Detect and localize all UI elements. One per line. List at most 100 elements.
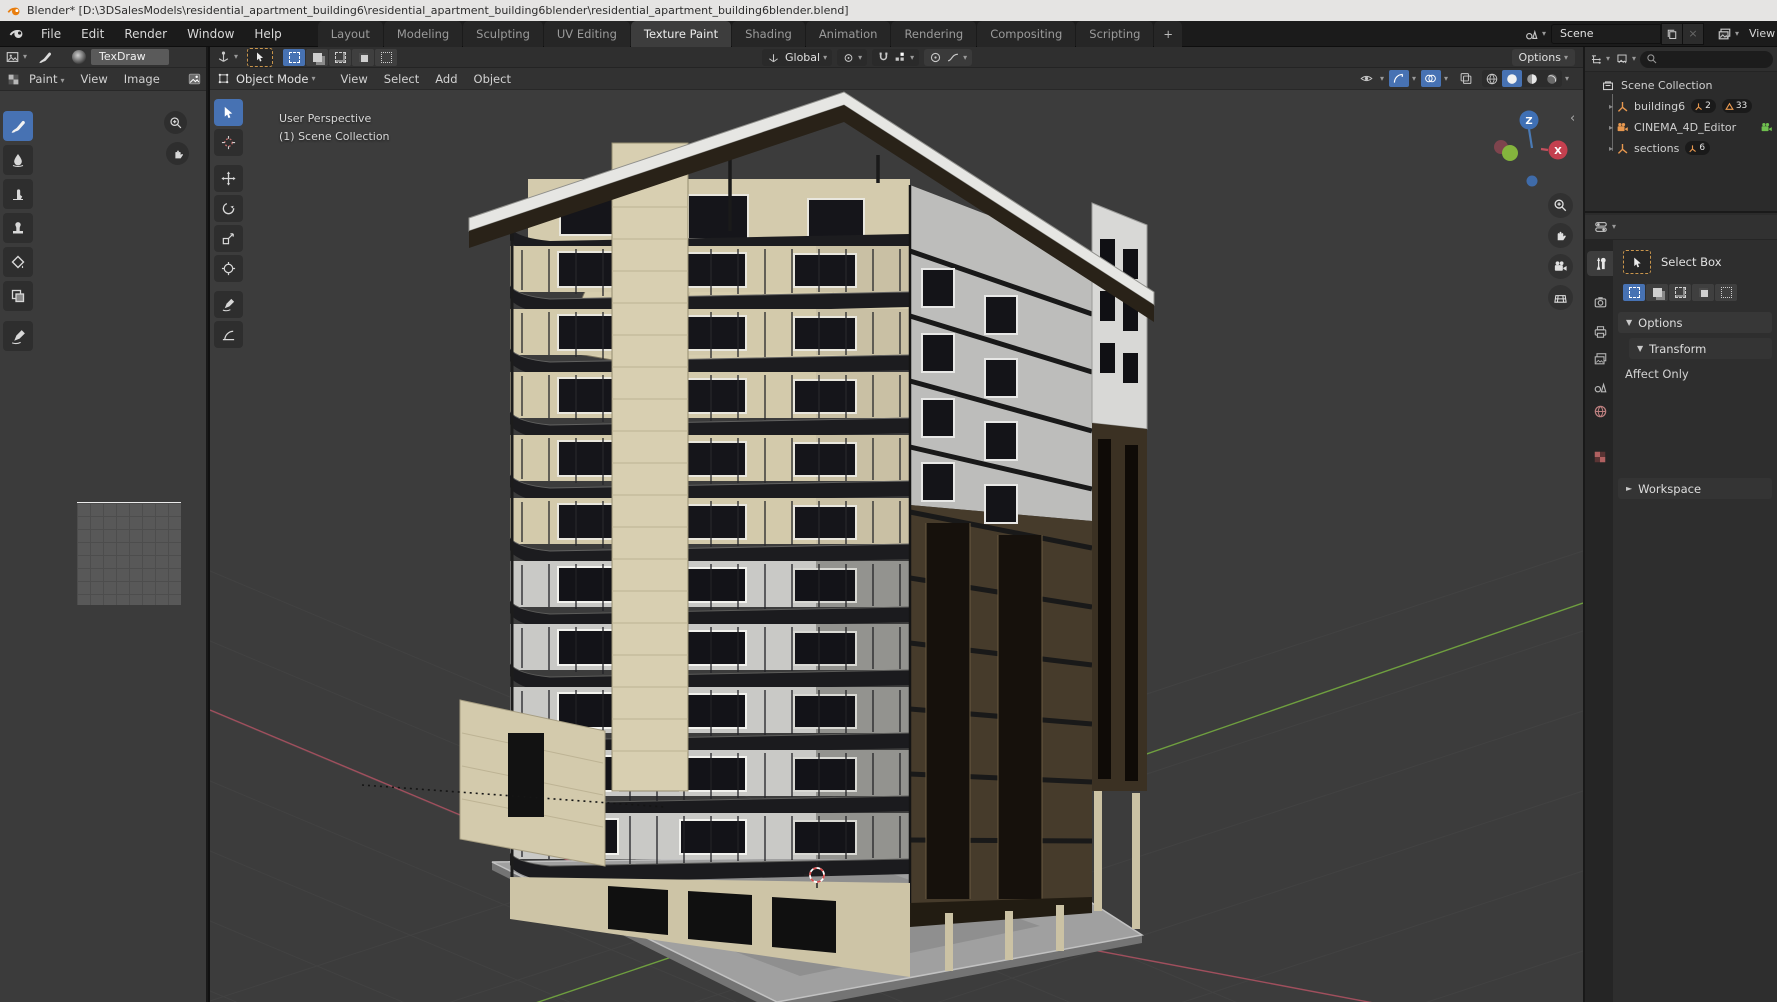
tab-texture-paint[interactable]: Texture Paint — [630, 20, 732, 47]
tab-view-layer[interactable] — [1587, 346, 1613, 371]
image-zoom-button[interactable] — [164, 111, 187, 134]
menu-help[interactable]: Help — [244, 27, 291, 41]
viewport-zoom-button[interactable] — [1548, 193, 1573, 218]
props-select-intersect-button[interactable] — [1715, 284, 1737, 301]
viewport-menu-select[interactable]: Select — [376, 72, 427, 86]
draw-tool-button[interactable] — [3, 111, 33, 141]
options-panel-header[interactable]: ▼ Options — [1618, 312, 1772, 333]
overlays-toggle[interactable] — [1420, 70, 1441, 87]
gizmos-toggle[interactable] — [1388, 70, 1409, 87]
scene-browse-icon[interactable]: ▾ — [1519, 27, 1551, 41]
image-datablock-icon[interactable] — [182, 68, 207, 90]
tool-settings-icon[interactable]: ▾ — [210, 47, 243, 67]
tab-tool[interactable] — [1587, 251, 1613, 276]
measure-tool-button[interactable] — [214, 321, 243, 348]
tab-sculpting[interactable]: Sculpting — [463, 20, 543, 47]
menu-edit[interactable]: Edit — [71, 27, 114, 41]
brush-icon[interactable] — [32, 47, 58, 67]
gizmo-neg-z-ball[interactable] — [1526, 175, 1538, 187]
sidebar-toggle-arrow[interactable]: ‹ — [1570, 111, 1575, 126]
tab-render[interactable] — [1587, 289, 1613, 314]
viewport-menu-object[interactable]: Object — [466, 72, 519, 86]
transform-panel-header[interactable]: ▼ Transform — [1629, 338, 1772, 359]
active-tool-icon[interactable] — [247, 47, 274, 67]
active-camera-icon[interactable] — [1760, 121, 1773, 134]
props-select-new-button[interactable] — [1623, 284, 1645, 301]
menu-render[interactable]: Render — [114, 27, 177, 41]
transform-tool-button[interactable] — [214, 255, 243, 282]
image-editor-canvas[interactable] — [0, 91, 206, 1002]
smear-tool-button[interactable] — [3, 179, 33, 209]
shading-solid-button[interactable] — [1501, 70, 1522, 87]
pivot-point-dropdown[interactable]: ▾ — [837, 49, 868, 66]
viewport-menu-view[interactable]: View — [332, 72, 375, 86]
scene-render[interactable]: Z X — [210, 91, 1583, 1002]
tab-world[interactable] — [1587, 399, 1613, 424]
menu-file[interactable]: File — [31, 27, 71, 41]
view-layer-icon[interactable]: ▾ — [1712, 27, 1744, 41]
gizmo-y-ball[interactable] — [1502, 145, 1518, 161]
props-select-invert-button[interactable] — [1692, 284, 1714, 301]
props-select-extend-button[interactable] — [1646, 284, 1668, 301]
view-layer-name[interactable]: View — [1749, 27, 1775, 40]
editor-type-image-icon[interactable]: ▾ — [0, 47, 32, 67]
image-editor-menu-view[interactable]: View — [72, 72, 115, 86]
tab-uv-editing[interactable]: UV Editing — [543, 20, 630, 47]
object-visibility-icon[interactable] — [1357, 70, 1377, 87]
building-model[interactable] — [459, 91, 1155, 977]
orientation-dropdown[interactable]: Global ▾ — [762, 49, 833, 66]
properties-editor-icon[interactable] — [1593, 220, 1609, 234]
scale-tool-button[interactable] — [214, 225, 243, 252]
select-mode-extend-button[interactable] — [306, 48, 329, 66]
brush-preview[interactable] — [72, 50, 87, 64]
tab-texture[interactable] — [1587, 444, 1613, 469]
select-mode-invert-button[interactable] — [352, 48, 375, 66]
clone-tool-button[interactable] — [3, 213, 33, 243]
image-editor-menu-image[interactable]: Image — [116, 72, 168, 86]
viewport-annotate-tool-button[interactable] — [214, 291, 243, 318]
outliner-filter-dropdown[interactable]: ▾ — [1615, 53, 1636, 66]
annotate-tool-button[interactable] — [3, 321, 33, 351]
scene-name-field[interactable]: Scene — [1550, 23, 1661, 44]
select-mode-intersect-button[interactable] — [375, 48, 398, 66]
move-tool-button[interactable] — [214, 165, 243, 192]
outliner-row-scene-collection[interactable]: Scene Collection — [1601, 76, 1712, 94]
object-mode-dropdown[interactable]: Object Mode ▾ — [210, 68, 320, 89]
select-mode-subtract-button[interactable] — [329, 48, 352, 66]
tab-animation[interactable]: Animation — [805, 20, 891, 47]
active-tool-thumbnail[interactable] — [1623, 250, 1651, 274]
tab-layout[interactable]: Layout — [317, 20, 383, 47]
tab-rendering[interactable]: Rendering — [891, 20, 977, 47]
select-mode-new-button[interactable] — [283, 48, 306, 66]
viewport-canvas-area[interactable]: Z X User Perspective (1) Scene Collectio… — [210, 91, 1583, 1002]
image-pan-button[interactable] — [166, 142, 189, 165]
cursor-tool-button[interactable] — [214, 129, 243, 156]
paint-mode-dropdown[interactable]: Paint ▾ — [25, 72, 72, 86]
viewport-menu-add[interactable]: Add — [427, 72, 465, 86]
outliner-row-cinema4d-editor[interactable]: ▸ CINEMA_4D_Editor — [1609, 118, 1773, 136]
tab-shading[interactable]: Shading — [732, 20, 805, 47]
soften-tool-button[interactable] — [3, 145, 33, 175]
outliner-row-building6[interactable]: ▸ building6 2 33 — [1609, 97, 1753, 115]
tab-scene[interactable] — [1587, 374, 1613, 399]
add-workspace-button[interactable]: + — [1154, 20, 1183, 47]
tool-options-dropdown[interactable]: Options ▾ — [1511, 49, 1575, 66]
viewport-pan-button[interactable] — [1548, 223, 1573, 248]
proportional-edit-controls[interactable]: ▾ — [924, 49, 973, 66]
blender-menu-icon[interactable] — [0, 21, 31, 46]
outliner-display-mode-dropdown[interactable]: ▾ — [1589, 53, 1610, 66]
mask-tool-button[interactable] — [3, 281, 33, 311]
workspace-panel-header[interactable]: ► Workspace — [1618, 478, 1772, 499]
tab-scripting[interactable]: Scripting — [1076, 20, 1154, 47]
outliner-search-input[interactable] — [1640, 50, 1773, 68]
viewport-ortho-button[interactable] — [1548, 285, 1573, 310]
tab-compositing[interactable]: Compositing — [977, 20, 1076, 47]
props-select-subtract-button[interactable] — [1669, 284, 1691, 301]
tab-output[interactable] — [1587, 319, 1613, 344]
brush-name-field[interactable]: TexDraw — [91, 49, 170, 65]
outliner-row-sections[interactable]: ▸ sections 6 — [1609, 139, 1711, 157]
texture-image-preview[interactable] — [77, 502, 181, 605]
rotate-tool-button[interactable] — [214, 195, 243, 222]
menu-window[interactable]: Window — [177, 27, 244, 41]
shading-wireframe-button[interactable] — [1482, 70, 1502, 87]
